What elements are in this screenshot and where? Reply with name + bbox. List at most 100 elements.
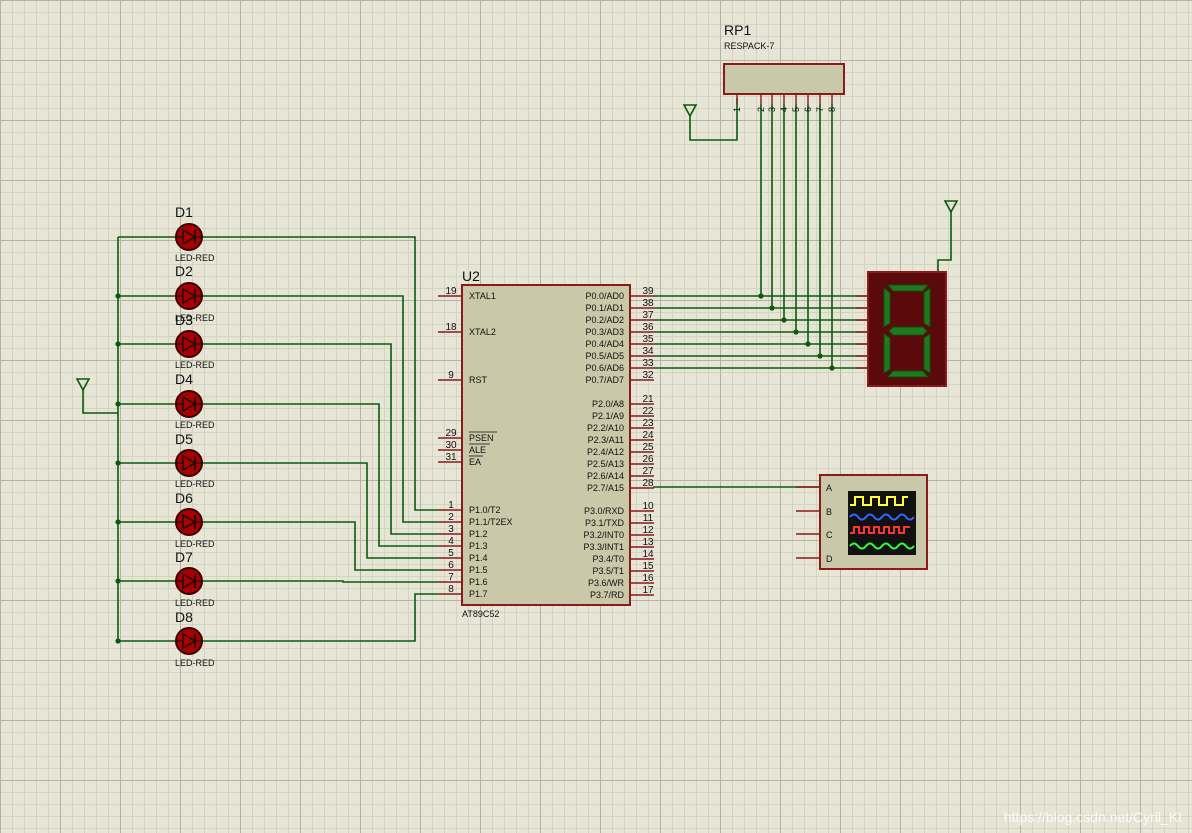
u2-pin-number: 28: [642, 478, 654, 489]
u2-pin-name: P2.7/A15: [587, 483, 624, 493]
u2-pin-number: 29: [445, 428, 457, 439]
u2-pin-name: P0.7/AD7: [585, 375, 624, 385]
power-terminal-icon[interactable]: [682, 104, 698, 118]
junction-dot: [115, 460, 121, 466]
u2-pin-name: P1.6: [469, 577, 488, 587]
junction-dot: [805, 341, 811, 347]
led-ref: D1: [175, 204, 193, 220]
led-cathode-wire[interactable]: [203, 593, 438, 642]
u2-pin-name: P3.6/WR: [588, 578, 625, 588]
u2-pin-name: P0.6/AD6: [585, 363, 624, 373]
rp1-ref: RP1: [724, 22, 751, 38]
u2-pin-name: P1.3: [469, 541, 488, 551]
u2-pin-name: EA: [469, 457, 481, 467]
led-d7[interactable]: D7 LED-RED: [175, 549, 215, 608]
junction-dot: [793, 329, 799, 335]
u2-pin-number: 24: [642, 430, 654, 441]
u2-pin-number: 32: [642, 370, 654, 381]
u2-pin-name: P3.0/RXD: [584, 506, 625, 516]
led-cathode-wire[interactable]: [203, 580, 438, 583]
u2-microcontroller[interactable]: U2 AT89C52 19 XTAL118 XTAL29 RST29 PSEN30 ALE…: [438, 268, 654, 619]
u2-pin-number: 11: [643, 513, 654, 524]
led-d1[interactable]: D1 LED-RED: [175, 204, 215, 263]
led-value: LED-RED: [175, 253, 215, 263]
seven-segment-display[interactable]: [856, 271, 947, 387]
scope-channel-label: C: [826, 530, 833, 540]
led-d6[interactable]: D6 LED-RED: [175, 490, 215, 549]
junction-dot: [115, 401, 121, 407]
led-d4[interactable]: D4 LED-RED: [175, 371, 215, 430]
led-d5[interactable]: D5 LED-RED: [175, 431, 215, 489]
led-d8[interactable]: D8 LED-RED: [175, 609, 215, 668]
rp1-resistor-pack[interactable]: RP1 RESPACK-7 1 2345678: [723, 22, 845, 112]
scope-channel-label: D: [826, 554, 833, 564]
rp1-pin-number: 5: [791, 107, 801, 112]
led-ref: D4: [175, 371, 193, 387]
u2-pin-name: P3.3/INT1: [583, 542, 624, 552]
u2-pin-name: P3.1/TXD: [585, 518, 625, 528]
u2-pin-number: 15: [642, 561, 654, 572]
rp1-pin-number: 7: [815, 107, 825, 112]
u2-pin-number: 26: [642, 454, 654, 465]
u2-pin-name: P2.3/A11: [588, 435, 624, 445]
u2-pin-name: P1.7: [469, 589, 488, 599]
u2-pin-number: 3: [448, 524, 454, 535]
display-segment: [883, 286, 891, 328]
rp1-body: [723, 63, 845, 95]
rp1-pin-number: 3: [767, 107, 777, 112]
u2-pin-number: 21: [642, 394, 654, 405]
u2-pin-name: XTAL1: [469, 291, 496, 301]
display-segment: [888, 326, 928, 336]
u2-pin-number: 30: [445, 440, 457, 451]
junction-dot: [115, 578, 121, 584]
scope-channel-label: B: [826, 507, 832, 517]
u2-pin-name: P3.4/T0: [592, 554, 624, 564]
junction-dot: [115, 293, 121, 299]
led-bus-power-tap[interactable]: [82, 390, 118, 414]
u2-pin-number: 39: [642, 286, 654, 297]
led-ref: D7: [175, 549, 193, 565]
oscilloscope[interactable]: A B C D: [796, 474, 928, 570]
u2-pin-name: P0.2/AD2: [585, 315, 624, 325]
u2-ref: U2: [462, 268, 480, 284]
u2-pin-number: 5: [448, 548, 454, 559]
rp1-pins: 1 2345678: [732, 94, 837, 112]
u2-pin-number: 16: [642, 573, 654, 584]
u2-pin-number: 25: [642, 442, 654, 453]
u2-pin-number: 1: [448, 500, 454, 511]
u2-pin-number: 34: [642, 346, 654, 357]
u2-pin-name: P2.5/A13: [587, 459, 624, 469]
u2-pin-number: 36: [642, 322, 654, 333]
u2-pin-number: 22: [642, 406, 654, 417]
junction-dot: [758, 293, 764, 299]
u2-pin-name: P3.7/RD: [590, 590, 625, 600]
led-value: LED-RED: [175, 539, 215, 549]
u2-pin-name: ALE: [469, 445, 486, 455]
u2-pin-name: P1.5: [469, 565, 488, 575]
led-ref: D3: [175, 312, 193, 328]
u2-pin-number: 35: [642, 334, 654, 345]
u2-pin-name: P1.2: [469, 529, 488, 539]
u2-pin-name: P0.5/AD5: [585, 351, 624, 361]
power-terminal-icon[interactable]: [75, 378, 91, 392]
led-ref: D6: [175, 490, 193, 506]
display-pins: [856, 295, 868, 369]
u2-pin-name: PSEN: [469, 433, 494, 443]
power-terminal-icon[interactable]: [943, 200, 959, 214]
display-segment: [923, 286, 931, 328]
rp1-pin-number: 4: [779, 107, 789, 112]
led-cathode-wire[interactable]: [203, 295, 438, 523]
u2-pin-number: 13: [642, 537, 654, 548]
u2-pin-name: P2.2/A10: [587, 423, 624, 433]
led-ref: D2: [175, 263, 193, 279]
u2-pin-name: P1.1/T2EX: [469, 517, 513, 527]
u2-pin-number: 9: [448, 370, 454, 381]
display-power-wire[interactable]: [937, 212, 952, 272]
junction-dot: [115, 519, 121, 525]
junction-dot: [829, 365, 835, 371]
u2-pin-name: P3.2/INT0: [583, 530, 624, 540]
led-value: LED-RED: [175, 420, 215, 430]
u2-pin-number: 33: [642, 358, 654, 369]
u2-pin-number: 10: [642, 501, 654, 512]
u2-pin-number: 8: [448, 584, 454, 595]
